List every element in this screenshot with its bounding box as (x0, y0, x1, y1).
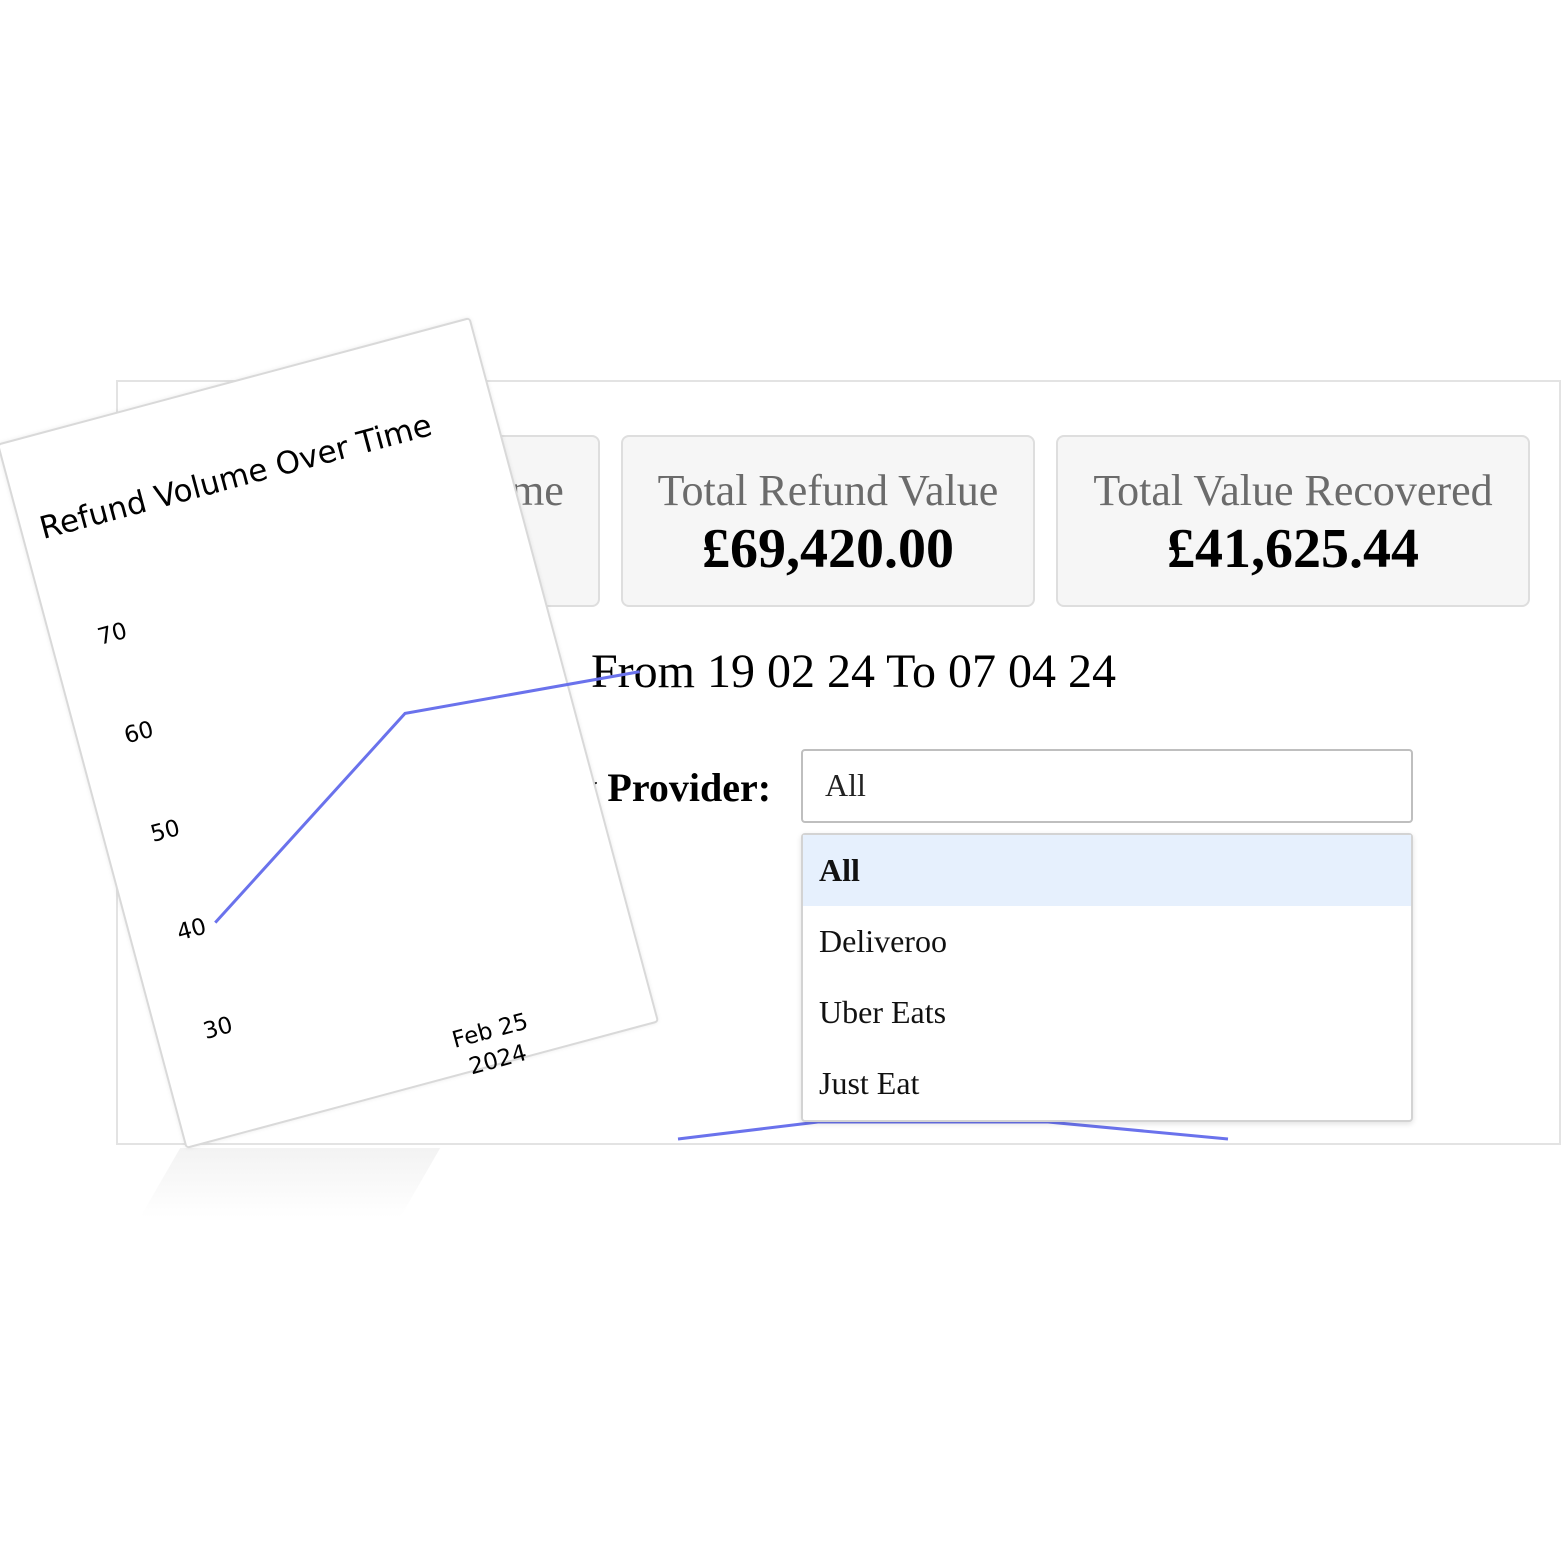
provider-option-just-eat[interactable]: Just Eat (803, 1048, 1411, 1119)
provider-dropdown-list: All Deliveroo Uber Eats Just Eat (801, 833, 1413, 1122)
y-tick-label-30: 30 (201, 1012, 236, 1045)
provider-option-uber-eats[interactable]: Uber Eats (803, 977, 1411, 1048)
y-tick-label-70: 70 (95, 618, 130, 651)
y-tick-label-60: 60 (121, 717, 156, 750)
y-tick-label-50: 50 (148, 815, 183, 848)
provider-option-all[interactable]: All (803, 835, 1411, 906)
provider-option-deliveroo[interactable]: Deliveroo (803, 906, 1411, 977)
y-tick-label-40: 40 (174, 914, 209, 947)
card-reflection (139, 1148, 441, 1218)
